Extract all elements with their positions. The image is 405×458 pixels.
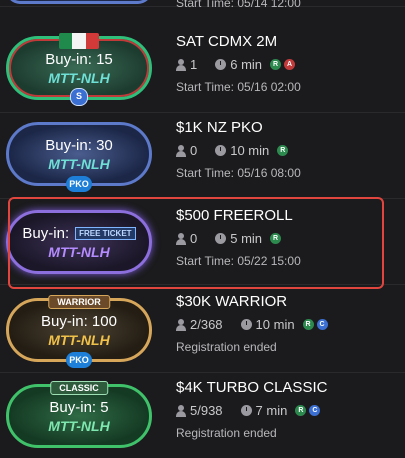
person-icon: [176, 404, 186, 417]
tournament-badge: [6, 0, 152, 4]
clock-icon: [240, 405, 252, 416]
game-type: MTT-NLH: [48, 69, 110, 86]
game-type: MTT-NLH: [48, 331, 110, 348]
registering-icon: R: [295, 405, 307, 416]
currency-icon: C: [316, 319, 328, 330]
game-type: MTT-NLH: [48, 417, 110, 434]
buyin-label: Buy-in: 30: [45, 136, 113, 154]
tournament-meta: 0 10 min R: [176, 142, 301, 159]
registering-icon: R: [302, 319, 314, 330]
clock-icon: [215, 59, 227, 70]
duration: 10 min: [255, 317, 295, 332]
start-time: Start Time: 05/14 12:00: [176, 0, 301, 10]
duration: 7 min: [255, 403, 288, 418]
tournament-badge: CLASSIC Buy-in: 5 MTT-NLH: [6, 381, 152, 448]
player-count: 5/938: [190, 403, 223, 418]
start-time: Start Time: 05/16 02:00: [176, 80, 301, 94]
person-icon: [176, 144, 186, 157]
selection-highlight: [8, 197, 384, 289]
classic-tag: CLASSIC: [50, 381, 108, 395]
late-registration-icon: A: [284, 59, 296, 70]
tournament-title: SAT CDMX 2M: [176, 33, 278, 50]
tournament-badge: Buy-in: 15 MTT-NLH S: [6, 33, 152, 106]
start-time: Start Time: 05/16 08:00: [176, 166, 301, 180]
game-type: MTT-NLH: [48, 155, 110, 172]
mexico-flag-icon: [59, 33, 99, 49]
pko-badge: PKO: [66, 176, 92, 192]
currency-icon: C: [309, 405, 321, 416]
player-count: 1: [190, 57, 198, 72]
registering-icon: R: [270, 59, 282, 70]
duration: 6 min: [230, 57, 263, 72]
player-count: 2/368: [190, 317, 223, 332]
warrior-tag: WARRIOR: [48, 295, 110, 309]
buyin-label: Buy-in: 15: [45, 50, 113, 68]
tournament-row[interactable]: CLASSIC Buy-in: 5 MTT-NLH $4K TURBO CLAS…: [0, 372, 405, 458]
registration-status: Registration ended: [176, 426, 277, 440]
tournament-row[interactable]: Buy-in: 30 MTT-NLH PKO $1K NZ PKO 0 10 m…: [0, 112, 405, 199]
person-icon: [176, 58, 186, 71]
tournament-badge: WARRIOR Buy-in: 100 MTT-NLH PKO: [6, 295, 152, 368]
satellite-icon: S: [70, 88, 88, 106]
clock-icon: [240, 319, 252, 330]
tournament-meta: 1 6 min R A: [176, 56, 301, 73]
tournament-row[interactable]: WARRIOR Buy-in: 100 MTT-NLH PKO $30K WAR…: [0, 286, 405, 373]
clock-icon: [215, 145, 227, 156]
person-icon: [176, 318, 186, 331]
tournament-meta: 5/938 7 min R C: [176, 402, 327, 419]
buyin-label: Buy-in: 5: [49, 398, 109, 416]
player-count: 0: [190, 143, 198, 158]
duration: 10 min: [230, 143, 270, 158]
tournament-meta: 2/368 10 min R C: [176, 316, 328, 333]
tournament-title: $4K TURBO CLASSIC: [176, 379, 328, 396]
pko-badge: PKO: [66, 352, 92, 368]
registration-status: Registration ended: [176, 340, 277, 354]
tournament-badge: Buy-in: 30 MTT-NLH PKO: [6, 122, 152, 192]
tournament-title: $30K WARRIOR: [176, 293, 288, 310]
tournament-row-partial[interactable]: Start Time: 05/14 12:00: [0, 0, 405, 10]
registering-icon: R: [277, 145, 289, 156]
tournament-title: $1K NZ PKO: [176, 119, 263, 136]
buyin-label: Buy-in: 100: [41, 312, 117, 330]
tournament-row[interactable]: Buy-in: 15 MTT-NLH S SAT CDMX 2M 1 6 min…: [0, 26, 405, 113]
